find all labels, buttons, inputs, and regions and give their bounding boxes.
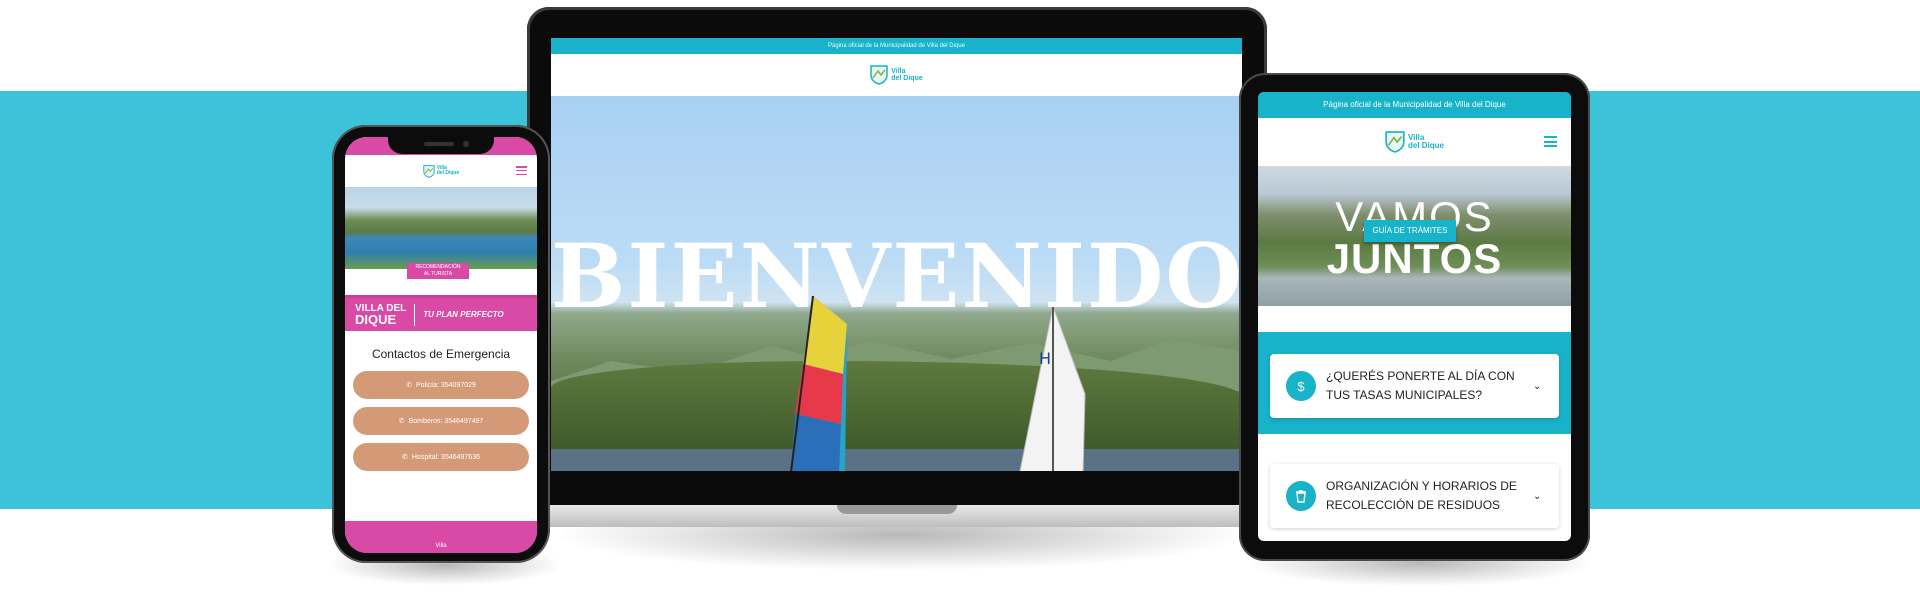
shield-logo-icon — [1385, 131, 1405, 153]
phone-header: Villa del Dique — [345, 155, 537, 187]
phone-icon: ✆ — [398, 418, 405, 425]
contact-label: Bomberos: 3546497497 — [408, 417, 484, 425]
waste-line2: RECOLECCIÓN DE RESIDUOS — [1326, 498, 1501, 512]
tree-line-graphic — [551, 361, 1242, 451]
dollar-icon: $ — [1286, 371, 1316, 401]
tablet-camera — [1397, 82, 1405, 87]
emergency-contacts-title: Contactos de Emergencia — [371, 347, 511, 361]
phone-icon: ✆ — [402, 454, 408, 461]
tablet-header: Villa del Dique — [1258, 118, 1571, 166]
phone-speaker — [424, 142, 454, 146]
laptop-logo[interactable]: Villa del Dique — [870, 65, 923, 85]
phone-footer: Villa — [345, 521, 537, 553]
trash-icon — [1286, 481, 1316, 511]
phone-logo-line2: del Dique — [436, 170, 460, 176]
laptop-topbar: Página oficial de la Municipalidad de Vi… — [551, 38, 1242, 54]
taxes-section: $ ¿QUERÉS PONERTE AL DÍA CON TUS TASAS M… — [1258, 332, 1571, 434]
contact-label: Hospital: 3546497636 — [411, 453, 480, 461]
phone-icon: ✆ — [406, 382, 412, 389]
shield-logo-icon — [870, 65, 888, 85]
svg-text:H: H — [1039, 349, 1051, 368]
hero-title: BIENVENIDOS — [551, 224, 1242, 328]
waste-line1: ORGANIZACIÓN Y HORARIOS DE — [1326, 479, 1517, 493]
laptop-hero: H BIENVENIDOS — [551, 96, 1242, 471]
laptop-logo-line2: del Dique — [891, 75, 923, 82]
chevron-down-icon[interactable]: ⌄ — [1533, 381, 1543, 392]
phone-hero-image: RECOMENDACIÓN AL TURISTA — [345, 187, 537, 279]
tablet-topbar: Página oficial de la Municipalidad de Vi… — [1258, 92, 1571, 118]
phone-camera — [463, 141, 469, 147]
tablet-logo[interactable]: Villa del Dique — [1385, 131, 1444, 153]
taxes-line1: ¿QUERÉS PONERTE AL DÍA CON — [1326, 369, 1515, 383]
contact-label: Policía: 354097029 — [415, 381, 476, 389]
badge-line2: AL TURISTA — [423, 271, 453, 277]
shield-logo-icon — [423, 164, 435, 178]
tourist-recommendation-badge[interactable]: RECOMENDACIÓN AL TURISTA — [407, 263, 469, 279]
laptop-header: Villa del Dique — [551, 54, 1242, 96]
hamburger-menu-icon[interactable] — [516, 166, 527, 175]
banner-brand-line2: DIQUE — [355, 311, 397, 327]
laptop-trackpad-notch — [837, 505, 957, 514]
waste-card-text: ORGANIZACIÓN Y HORARIOS DE RECOLECCIÓN D… — [1326, 477, 1533, 515]
procedures-guide-button[interactable]: GUÍA DE TRÁMITES — [1364, 220, 1456, 242]
hero-line2: JUNTOS — [1326, 235, 1503, 282]
footer-logo: Villa — [435, 543, 447, 549]
laptop-logo-line1: Villa — [891, 68, 906, 75]
laptop-screen: Página oficial de la Municipalidad de Vi… — [551, 38, 1242, 471]
lake-graphic — [551, 449, 1242, 471]
tablet-logo-line2: del Dique — [1407, 141, 1444, 150]
tablet-screen: Página oficial de la Municipalidad de Vi… — [1258, 92, 1571, 541]
taxes-line2: TUS TASAS MUNICIPALES? — [1326, 388, 1483, 402]
banner-slogan: TU PLAN PERFECTO — [423, 310, 504, 319]
white-sail-graphic: H — [1019, 304, 1086, 471]
contact-button-hospital[interactable]: ✆ Hospital: 3546497636 — [353, 443, 529, 471]
badge-line1: RECOMENDACIÓN — [415, 264, 461, 270]
waste-collection-card[interactable]: ORGANIZACIÓN Y HORARIOS DE RECOLECCIÓN D… — [1270, 464, 1559, 528]
taxes-card-text: ¿QUERÉS PONERTE AL DÍA CON TUS TASAS MUN… — [1326, 367, 1533, 405]
phone-logo[interactable]: Villa del Dique — [423, 164, 460, 178]
laptop-topbar-text: Página oficial de la Municipalidad de Vi… — [828, 43, 965, 49]
contact-button-police[interactable]: ✆ Policía: 354097029 — [353, 371, 529, 399]
taxes-card[interactable]: $ ¿QUERÉS PONERTE AL DÍA CON TUS TASAS M… — [1270, 354, 1559, 418]
tablet-topbar-text: Página oficial de la Municipalidad de Vi… — [1323, 100, 1506, 109]
contact-button-firefighters[interactable]: ✆ Bomberos: 3546497497 — [353, 407, 529, 435]
hamburger-menu-icon[interactable] — [1544, 136, 1557, 147]
chevron-down-icon[interactable]: ⌄ — [1533, 491, 1543, 502]
phone-screen: Villa del Dique RECOMENDACIÓN AL TURISTA… — [345, 137, 537, 553]
banner-brand: VILLA DEL DIQUE — [355, 303, 416, 327]
phone-promo-banner: VILLA DEL DIQUE TU PLAN PERFECTO — [345, 295, 537, 331]
